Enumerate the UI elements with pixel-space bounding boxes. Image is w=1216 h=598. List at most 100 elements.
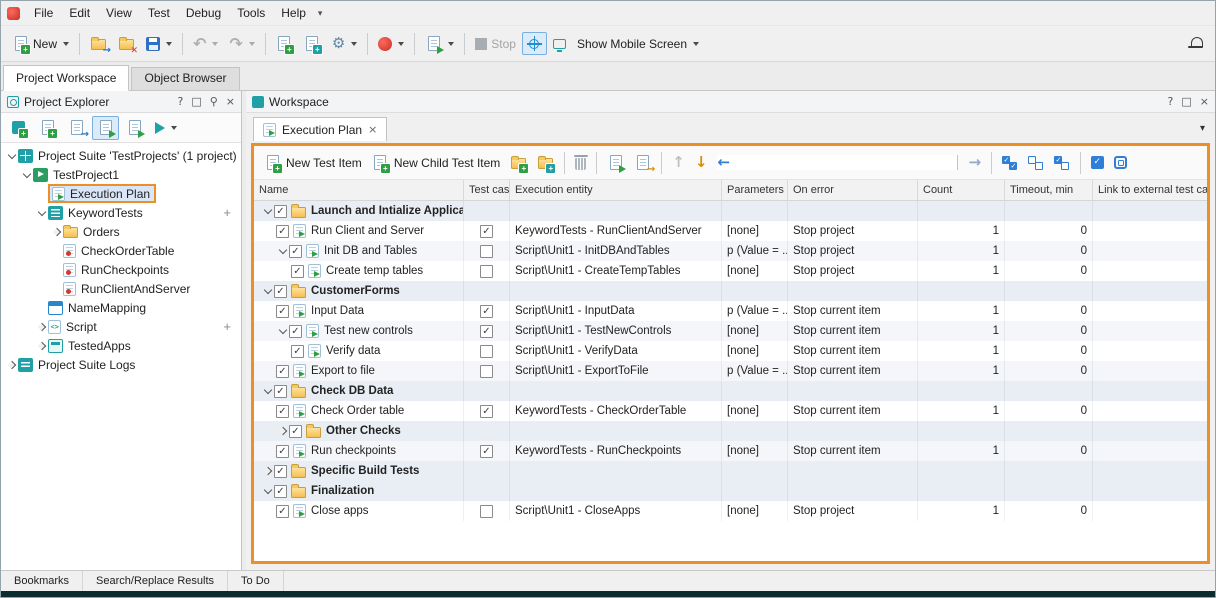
add-project-button[interactable]: [34, 116, 61, 140]
group-row[interactable]: Check DB Data: [254, 381, 1207, 401]
column-header-parameters[interactable]: Parameters: [722, 180, 788, 200]
move-right-button[interactable]: →: [964, 152, 985, 173]
tab-project-workspace[interactable]: Project Workspace: [3, 65, 129, 91]
expand-chevron[interactable]: [7, 360, 15, 368]
tree-item-namemapping[interactable]: NameMapping: [1, 298, 241, 317]
disable-all-button[interactable]: [1024, 152, 1048, 174]
tree-item-runclientandserver[interactable]: RunClientAndServer: [1, 279, 241, 298]
test-item-row[interactable]: Export to fileScript\Unit1 - ExportToFil…: [254, 361, 1207, 381]
column-header-count[interactable]: Count: [918, 180, 1005, 200]
item-enabled-checkbox[interactable]: [289, 425, 302, 438]
item-enabled-checkbox[interactable]: [276, 305, 289, 318]
import-project-button[interactable]: [63, 116, 90, 140]
close-file-button[interactable]: [113, 32, 140, 56]
stop-button[interactable]: Stop: [470, 33, 521, 55]
item-enabled-checkbox[interactable]: [289, 325, 302, 338]
column-header-link-to-external-test-case[interactable]: Link to external test case: [1093, 180, 1207, 200]
expand-chevron[interactable]: [263, 206, 271, 214]
undo-button[interactable]: ↶: [188, 32, 223, 56]
expand-chevron[interactable]: [7, 150, 15, 158]
test-case-checkbox[interactable]: [480, 365, 493, 378]
bottom-tab-bookmarks[interactable]: Bookmarks: [1, 571, 83, 591]
move-down-button[interactable]: ↓: [691, 152, 712, 173]
run-button[interactable]: [420, 32, 459, 56]
test-case-checkbox[interactable]: [480, 265, 493, 278]
add-item-button[interactable]: +: [223, 320, 231, 333]
menu-edit[interactable]: Edit: [61, 3, 98, 23]
new-test-item-button[interactable]: New Test Item: [260, 152, 366, 174]
enable-all-button[interactable]: [998, 152, 1022, 174]
tree-item-keywordtests[interactable]: KeywordTests+: [1, 203, 241, 222]
group-row[interactable]: Finalization: [254, 481, 1207, 501]
column-header-name[interactable]: Name: [254, 180, 464, 200]
save-all-button[interactable]: [141, 33, 177, 55]
execution-plan-view-button[interactable]: [92, 116, 119, 140]
item-enabled-checkbox[interactable]: [291, 265, 304, 278]
item-enabled-checkbox[interactable]: [274, 205, 287, 218]
menu-test[interactable]: Test: [140, 3, 178, 23]
move-left-button[interactable]: ←: [713, 152, 962, 173]
pin-button[interactable]: ⚲: [210, 95, 218, 108]
test-case-checkbox[interactable]: [480, 505, 493, 518]
tree-item-testedapps[interactable]: TestedApps: [1, 336, 241, 355]
column-header-timeout-min[interactable]: Timeout, min: [1005, 180, 1093, 200]
notifications-bell-icon[interactable]: [1188, 36, 1203, 51]
new-group-button[interactable]: [506, 152, 531, 174]
device-button[interactable]: [548, 34, 571, 53]
help-button[interactable]: ?: [177, 95, 183, 108]
new-button[interactable]: New: [7, 32, 74, 56]
expand-chevron[interactable]: [37, 322, 45, 330]
tree-item-project-suite-testprojects-1-project[interactable]: Project Suite 'TestProjects' (1 project): [1, 146, 241, 165]
tree-item-testproject1[interactable]: TestProject1: [1, 165, 241, 184]
tab-object-browser[interactable]: Object Browser: [131, 67, 239, 90]
menu-view[interactable]: View: [98, 3, 140, 23]
test-case-checkbox[interactable]: [480, 305, 493, 318]
item-enabled-checkbox[interactable]: [276, 225, 289, 238]
column-header-execution-entity[interactable]: Execution entity: [510, 180, 722, 200]
tree-item-checkordertable[interactable]: CheckOrderTable: [1, 241, 241, 260]
test-item-row[interactable]: Run checkpointsKeywordTests - RunCheckpo…: [254, 441, 1207, 461]
expand-chevron[interactable]: [278, 246, 286, 254]
enabled-scope-button[interactable]: [1110, 153, 1131, 172]
test-item-row[interactable]: Run Client and ServerKeywordTests - RunC…: [254, 221, 1207, 241]
test-item-row[interactable]: Check Order tableKeywordTests - CheckOrd…: [254, 401, 1207, 421]
convert-item-button[interactable]: [630, 152, 655, 174]
new-child-test-item-button[interactable]: New Child Test Item: [368, 152, 504, 174]
show-mobile-screen-button[interactable]: Show Mobile Screen: [572, 33, 704, 55]
add-project-suite-button[interactable]: [5, 116, 32, 140]
run-selected-item-button[interactable]: [603, 152, 628, 174]
group-row[interactable]: Specific Build Tests: [254, 461, 1207, 481]
test-case-checkbox[interactable]: [480, 245, 493, 258]
open-button[interactable]: [85, 32, 112, 56]
record-button[interactable]: [373, 33, 409, 55]
test-case-checkbox[interactable]: [480, 225, 493, 238]
expand-chevron[interactable]: [52, 227, 60, 235]
column-header-test-case[interactable]: Test case: [464, 180, 510, 200]
add-existing-item-button[interactable]: [299, 32, 326, 56]
test-case-checkbox[interactable]: [480, 405, 493, 418]
test-case-checkbox[interactable]: [480, 345, 493, 358]
bottom-tab-to-do[interactable]: To Do: [228, 571, 284, 591]
group-row[interactable]: Other Checks: [254, 421, 1207, 441]
menu-debug[interactable]: Debug: [178, 3, 229, 23]
item-enabled-checkbox[interactable]: [274, 285, 287, 298]
item-enabled-checkbox[interactable]: [274, 385, 287, 398]
tab-list-dropdown[interactable]: ▾: [1200, 123, 1205, 134]
float-button[interactable]: □: [1181, 95, 1191, 108]
add-item-button[interactable]: +: [223, 206, 231, 219]
menu-file[interactable]: File: [26, 3, 61, 23]
test-item-row[interactable]: Test new controlsScript\Unit1 - TestNewC…: [254, 321, 1207, 341]
item-enabled-checkbox[interactable]: [276, 505, 289, 518]
test-item-row[interactable]: Close appsScript\Unit1 - CloseApps[none]…: [254, 501, 1207, 521]
test-item-row[interactable]: Create temp tablesScript\Unit1 - CreateT…: [254, 261, 1207, 281]
expand-chevron[interactable]: [37, 341, 45, 349]
test-item-row[interactable]: Init DB and TablesScript\Unit1 - InitDBA…: [254, 241, 1207, 261]
menu-tools[interactable]: Tools: [229, 3, 273, 23]
expand-chevron[interactable]: [263, 486, 271, 494]
add-new-item-button[interactable]: [271, 32, 298, 56]
expand-chevron[interactable]: [263, 467, 271, 475]
item-enabled-checkbox[interactable]: [276, 445, 289, 458]
options-button[interactable]: ⚙: [327, 32, 362, 55]
help-button[interactable]: ?: [1168, 95, 1174, 108]
test-item-row[interactable]: Verify dataScript\Unit1 - VerifyData[non…: [254, 341, 1207, 361]
